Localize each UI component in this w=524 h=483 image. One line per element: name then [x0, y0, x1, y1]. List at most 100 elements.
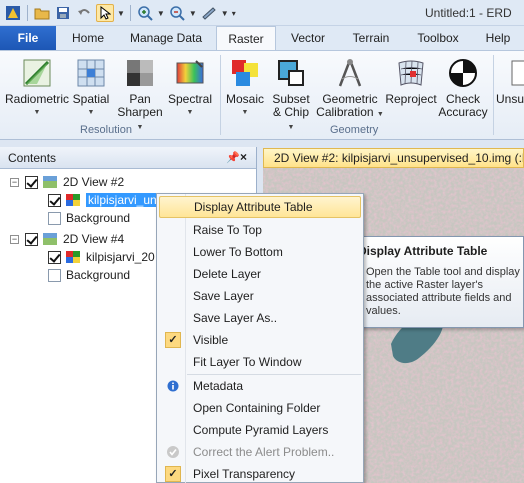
view-icon	[43, 176, 57, 188]
radiometric-button[interactable]: Radiometric ▼	[4, 57, 70, 119]
view-checkbox[interactable]	[25, 232, 38, 246]
menu-item-display-attribute-table[interactable]: Display Attribute Table	[159, 196, 361, 218]
menu-item-compute-pyramid-layers[interactable]: Compute Pyramid Layers	[159, 419, 361, 441]
tree-label: 2D View #2	[63, 175, 125, 189]
subset-chip-icon	[278, 60, 304, 86]
file-tab[interactable]: File	[0, 26, 56, 50]
info-icon	[165, 378, 181, 394]
toolbar-separator	[27, 5, 28, 21]
mosaic-icon	[232, 60, 258, 86]
tree-node-2d-view-4[interactable]: − 2D View #4	[10, 230, 124, 248]
menu-item-save-layer-as[interactable]: Save Layer As..	[159, 307, 361, 329]
raster-layer-icon	[66, 194, 80, 206]
menu-item-visible[interactable]: ✓ Visible	[159, 329, 361, 351]
tooltip: Display Attribute Table Open the Table t…	[350, 236, 524, 328]
contents-header: Contents 📌 ×	[0, 147, 256, 169]
menu-item-save-layer[interactable]: Save Layer	[159, 285, 361, 307]
tab-home[interactable]: Home	[60, 26, 116, 50]
menu-item-delete-layer[interactable]: Delete Layer	[159, 263, 361, 285]
menu-item-open-containing-folder[interactable]: Open Containing Folder	[159, 397, 361, 419]
tree-node-background[interactable]: Background	[48, 266, 130, 284]
unsupervised-icon	[511, 60, 524, 86]
tab-help[interactable]: Help	[474, 26, 522, 50]
tree-label: Background	[66, 211, 131, 225]
spectral-button[interactable]: Spectral ▼	[166, 57, 214, 119]
menu-item-raise-to-top[interactable]: Raise To Top	[159, 219, 361, 241]
accuracy-label: Accuracy	[438, 105, 488, 119]
pan-sharpen-button[interactable]: Pan Sharpen ▼	[117, 57, 163, 134]
tree-label: kilpisjarvi_20	[86, 250, 155, 264]
menu-item-lower-to-bottom[interactable]: Lower To Bottom	[159, 241, 361, 263]
collapse-icon[interactable]: −	[10, 177, 19, 187]
undo-icon[interactable]	[75, 4, 93, 22]
menu-item-label: Pixel Transparency	[193, 467, 296, 481]
chevron-down-icon[interactable]: ▼	[157, 9, 165, 18]
inquire-icon[interactable]	[200, 4, 218, 22]
chevron-down-icon[interactable]: ▼	[189, 9, 197, 18]
menu-item-pixel-transparency[interactable]: ✓ Pixel Transparency	[159, 463, 361, 483]
menu-item-label: Open Containing Folder	[193, 401, 321, 415]
tree-label: 2D View #4	[63, 232, 125, 246]
chevron-down-icon: ▼	[186, 109, 194, 116]
pin-icon[interactable]: 📌	[226, 151, 240, 164]
view-checkbox[interactable]	[25, 175, 38, 189]
layer-checkbox[interactable]	[48, 250, 61, 264]
tab-toolbox[interactable]: Toolbox	[406, 26, 470, 50]
tab-terrain[interactable]: Terrain	[340, 26, 402, 50]
background-checkbox[interactable]	[48, 268, 61, 282]
check-accuracy-icon	[449, 59, 477, 87]
contents-title: Contents	[8, 151, 57, 165]
select-pointer-icon[interactable]	[96, 4, 114, 22]
mosaic-button[interactable]: Mosaic ▼	[222, 57, 268, 119]
subset-chip-button[interactable]: Subset & Chip ▼	[268, 57, 314, 134]
tab-raster[interactable]: Raster	[216, 26, 276, 51]
save-icon[interactable]	[54, 4, 72, 22]
background-checkbox[interactable]	[48, 211, 61, 225]
zoom-in-icon[interactable]	[136, 4, 154, 22]
tree-node-background[interactable]: Background	[48, 209, 130, 227]
spatial-button[interactable]: Spatial ▼	[70, 57, 112, 119]
check-accuracy-button[interactable]: Check Accuracy	[438, 57, 488, 119]
radiometric-icon	[23, 59, 51, 87]
menu-item-label: Delete Layer	[193, 267, 262, 281]
zoom-out-icon[interactable]	[168, 4, 186, 22]
tree-node-kilpisjarvi-20[interactable]: kilpisjarvi_20	[48, 248, 155, 266]
toolbar-separator	[129, 5, 131, 21]
tab-vector[interactable]: Vector	[280, 26, 336, 50]
open-folder-icon[interactable]	[33, 4, 51, 22]
menu-item-fit-layer-to-window[interactable]: Fit Layer To Window	[159, 351, 361, 373]
sharpen-text: Sharpen	[117, 105, 163, 119]
close-icon[interactable]: ×	[240, 150, 247, 164]
menu-item-metadata[interactable]: Metadata	[159, 375, 361, 397]
checkmark-icon: ✓	[165, 332, 181, 348]
reproject-button[interactable]: Reproject	[384, 57, 438, 106]
chip-label: & Chip ▼	[268, 106, 314, 134]
layer-checkbox[interactable]	[48, 193, 61, 207]
menu-item-label: Lower To Bottom	[193, 245, 283, 259]
collapse-icon[interactable]: −	[10, 234, 19, 244]
spectral-label: Spectral	[167, 92, 213, 106]
tree-label: Background	[66, 268, 131, 282]
ribbon-tab-row: File Home Manage Data Raster Vector Terr…	[0, 26, 524, 51]
chevron-down-icon[interactable]: ▼	[117, 9, 125, 18]
chevron-down-icon[interactable]: ▼	[221, 9, 229, 18]
menu-item-label: Metadata	[193, 379, 244, 393]
quick-access-toolbar: ▼ ▼ ▼ ▼ ▾	[4, 3, 236, 23]
tooltip-title: Display Attribute Table	[358, 244, 488, 258]
group-separator	[493, 55, 494, 135]
app-icon[interactable]	[4, 4, 22, 22]
menu-item-correct-alert-problem[interactable]: Correct the Alert Problem..	[159, 441, 361, 463]
tree-label: kilpisjarvi_un	[86, 193, 159, 207]
pan-sharpen-icon	[127, 60, 153, 86]
tree-node-kilpisjarvi-un[interactable]: kilpisjarvi_un	[48, 191, 159, 209]
view-tab-title[interactable]: 2D View #2: kilpisjarvi_unsupervised_10.…	[263, 148, 524, 168]
chip-text: & Chip	[272, 105, 310, 119]
menu-item-label: Fit Layer To Window	[193, 355, 302, 369]
unsupervised-button[interactable]: Unsu	[496, 57, 524, 106]
customize-toolbar-icon[interactable]: ▾	[232, 9, 236, 18]
tab-manage-data[interactable]: Manage Data	[120, 26, 212, 50]
tree-node-2d-view-2[interactable]: − 2D View #2	[10, 173, 124, 191]
geometric-calibration-button[interactable]: Geometric Calibration ▼	[316, 57, 384, 121]
checkmark-icon: ✓	[165, 466, 181, 482]
chevron-down-icon: ▼	[376, 111, 384, 118]
